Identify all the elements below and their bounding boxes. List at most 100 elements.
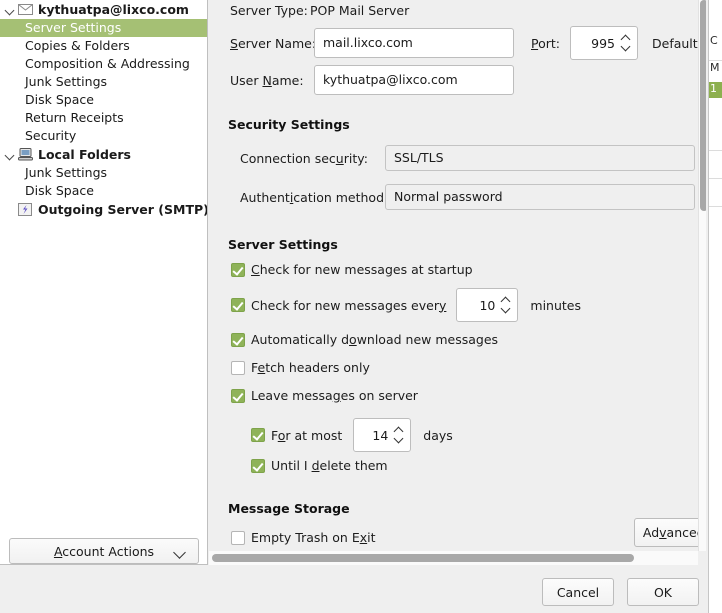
tree-item-local-folders[interactable]: Local Folders <box>0 145 207 164</box>
advanced-button[interactable]: Advanced… <box>634 518 698 547</box>
message-storage-title: Message Storage <box>228 501 350 516</box>
security-settings-heading: Security Settings <box>228 117 350 132</box>
tree-item-account[interactable]: kythuatpa@lixco.com <box>0 0 207 19</box>
fetch-headers-only-label: Fetch headers only <box>251 360 370 375</box>
checkbox-unchecked-icon[interactable] <box>231 530 245 545</box>
accounts-tree-sidebar[interactable]: kythuatpa@lixco.com Server Settings Copi… <box>0 0 208 565</box>
until-delete-checkbox[interactable]: Until I delete them <box>251 458 388 473</box>
until-delete-label: Until I delete them <box>271 458 388 473</box>
spinner-arrows-icon[interactable] <box>393 425 404 445</box>
computer-icon <box>16 147 34 163</box>
server-settings-pane: Server Type: POP Mail Server Server Name… <box>209 0 698 551</box>
ok-button[interactable]: OK <box>627 578 699 606</box>
check-at-startup-checkbox[interactable]: Check for new messages at startup <box>231 262 473 277</box>
chevron-down-icon[interactable] <box>4 1 16 19</box>
vertical-scrollbar[interactable] <box>698 0 706 551</box>
checkbox-checked-icon[interactable] <box>251 458 265 473</box>
sidebar-item-local-junk-settings[interactable]: Junk Settings <box>0 164 207 182</box>
user-name-input[interactable]: kythuatpa@lixco.com <box>314 65 514 95</box>
empty-trash-on-exit-label: Empty Trash on Exit <box>251 530 376 545</box>
sidebar-item-security[interactable]: Security <box>0 127 207 145</box>
connection-security-label: Connection security: <box>240 150 368 166</box>
checkbox-checked-icon[interactable] <box>231 388 245 403</box>
check-every-value: 10 <box>479 297 496 313</box>
authentication-method-dropdown[interactable]: Normal password <box>385 184 695 210</box>
background-row <box>709 150 722 151</box>
for-at-most-value: 14 <box>372 427 389 443</box>
chevron-down-icon[interactable] <box>4 146 16 164</box>
check-every-label: Check for new messages every <box>251 297 447 313</box>
advanced-button-label: Advanced… <box>642 525 698 540</box>
tree-item-local-folders-label: Local Folders <box>38 147 131 162</box>
horizontal-scrollbar[interactable] <box>209 551 698 565</box>
leave-on-server-label: Leave messages on server <box>251 388 418 403</box>
sidebar-item-return-receipts[interactable]: Return Receipts <box>0 109 207 127</box>
checkbox-checked-icon[interactable] <box>251 428 265 442</box>
account-actions-label: Account Actions <box>53 543 155 559</box>
for-at-most-row[interactable]: For at most 14 days <box>251 418 453 452</box>
user-name-label: User Name: <box>230 72 304 88</box>
empty-trash-on-exit-checkbox[interactable]: Empty Trash on Exit <box>231 530 376 545</box>
sidebar-item-outgoing-server-label: Outgoing Server (SMTP) <box>38 202 208 217</box>
horizontal-scrollbar-thumb[interactable] <box>212 554 634 562</box>
sidebar-item-label: Junk Settings <box>25 165 108 180</box>
check-at-startup-label: Check for new messages at startup <box>251 262 473 277</box>
connection-security-row: Connection security: SSL/TLS <box>240 145 695 171</box>
checkbox-checked-icon[interactable] <box>231 298 245 312</box>
account-actions-button[interactable]: Account Actions <box>9 538 199 564</box>
sidebar-item-local-disk-space[interactable]: Disk Space <box>0 182 207 200</box>
spinner-arrows-icon[interactable] <box>500 295 511 315</box>
sidebar-item-disk-space[interactable]: Disk Space <box>0 91 207 109</box>
for-at-most-label: For at most <box>271 427 343 443</box>
auto-download-label: Automatically download new messages <box>251 332 499 347</box>
checkbox-checked-icon[interactable] <box>231 332 245 347</box>
server-type-row: Server Type: POP Mail Server <box>230 3 409 18</box>
auto-download-checkbox[interactable]: Automatically download new messages <box>231 332 498 347</box>
leave-on-server-checkbox[interactable]: Leave messages on server <box>231 388 418 403</box>
sidebar-item-server-settings[interactable]: Server Settings <box>0 19 207 37</box>
server-type-label: Server Type: <box>230 3 308 18</box>
ok-button-label: OK <box>653 584 673 600</box>
smtp-icon <box>16 202 34 218</box>
sidebar-item-copies-folders[interactable]: Copies & Folders <box>0 37 207 55</box>
checkbox-unchecked-icon[interactable] <box>231 360 245 375</box>
authentication-method-label: Authentication method: <box>240 189 389 205</box>
sidebar-item-label: Copies & Folders <box>25 38 130 53</box>
sidebar-item-label: Disk Space <box>25 183 94 198</box>
sidebar-item-label: Return Receipts <box>25 110 124 125</box>
server-name-row: Server Name: mail.lixco.com Port: 995 De… <box>230 26 698 60</box>
checkbox-checked-icon[interactable] <box>231 262 245 277</box>
server-name-input[interactable]: mail.lixco.com <box>314 28 514 58</box>
tree-item-account-label: kythuatpa@lixco.com <box>38 2 189 17</box>
check-every-unit: minutes <box>530 297 581 313</box>
check-every-row[interactable]: Check for new messages every 10 minutes <box>231 288 581 322</box>
default-port-label: Default: <box>652 35 698 51</box>
for-at-most-spinner[interactable]: 14 <box>353 418 412 452</box>
fetch-headers-only-checkbox[interactable]: Fetch headers only <box>231 360 370 375</box>
check-every-spinner[interactable]: 10 <box>456 288 519 322</box>
server-settings-title: Server Settings <box>228 237 338 252</box>
screen: C M 1 kythuatpa@lixco.com Server Setting… <box>0 0 722 613</box>
port-spinner[interactable]: 995 <box>570 26 638 60</box>
chevron-down-icon <box>173 546 186 559</box>
security-settings-title: Security Settings <box>228 117 350 132</box>
server-settings-heading: Server Settings <box>228 237 338 252</box>
dialog-footer: Cancel OK <box>0 566 706 613</box>
vertical-scrollbar-thumb[interactable] <box>700 0 706 211</box>
sidebar-item-outgoing-server[interactable]: Outgoing Server (SMTP) <box>0 200 207 219</box>
sidebar-item-label: Disk Space <box>25 92 94 107</box>
sidebar-item-junk-settings[interactable]: Junk Settings <box>0 73 207 91</box>
sidebar-item-label: Server Settings <box>25 20 122 35</box>
background-window: C M 1 <box>708 0 722 613</box>
server-name-label: Server Name: <box>230 35 317 51</box>
cancel-button[interactable]: Cancel <box>542 578 614 606</box>
background-row: M <box>709 60 722 74</box>
connection-security-dropdown[interactable]: SSL/TLS <box>385 145 695 171</box>
server-type-value: POP Mail Server <box>310 3 410 18</box>
message-storage-heading: Message Storage <box>228 501 350 516</box>
spinner-arrows-icon[interactable] <box>620 33 631 53</box>
sidebar-item-label: Composition & Addressing <box>25 56 190 71</box>
sidebar-item-composition-addressing[interactable]: Composition & Addressing <box>0 55 207 73</box>
user-name-row: User Name: kythuatpa@lixco.com <box>230 65 514 95</box>
sidebar-item-label: Junk Settings <box>25 74 108 89</box>
